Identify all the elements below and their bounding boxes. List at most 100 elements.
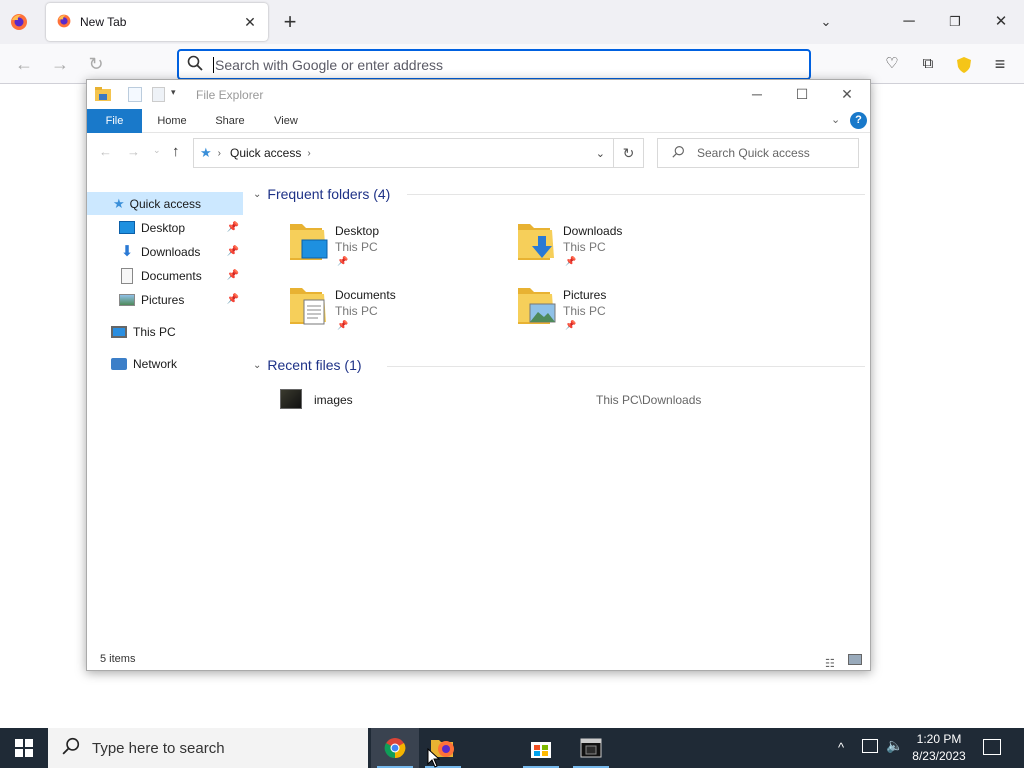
pin-icon: 📌 xyxy=(337,256,349,266)
tab-close-icon[interactable]: ✕ xyxy=(238,14,262,31)
folder-tile-documents[interactable]: Documents This PC 📌 xyxy=(288,282,488,338)
browser-tab-bar: New Tab ✕ + ⌄ ─ ❐ ✕ xyxy=(0,0,1024,44)
explorer-navigation-bar: ← → ⌄ ↑ ★ › Quick access › ⌄ ↻ Search Qu… xyxy=(87,135,870,171)
explorer-search-icon xyxy=(672,145,685,161)
help-icon[interactable]: ? xyxy=(850,112,867,129)
folder-tile-desktop[interactable]: Desktop This PC 📌 xyxy=(288,218,488,274)
new-folder-quick-icon[interactable] xyxy=(152,87,165,102)
reload-icon[interactable]: ↻ xyxy=(84,52,108,76)
volume-icon[interactable]: 🔈 xyxy=(886,737,903,754)
breadcrumb-quick-access[interactable]: Quick access xyxy=(230,146,301,160)
explorer-minimize-icon[interactable]: ─ xyxy=(734,80,780,109)
taskbar-search[interactable]: Type here to search xyxy=(48,728,368,768)
forward-icon[interactable]: → xyxy=(48,52,72,76)
explorer-close-icon[interactable]: ✕ xyxy=(824,80,870,109)
nav-item-documents[interactable]: Documents 📌 xyxy=(87,264,243,287)
pin-icon: 📌 xyxy=(226,270,239,281)
pocket-icon[interactable]: ♡ xyxy=(880,52,904,76)
network-icon xyxy=(111,357,127,370)
extensions-icon[interactable]: ⧉ xyxy=(916,52,940,76)
clock-date: 8/23/2023 xyxy=(912,749,966,763)
minimize-window-icon[interactable]: ─ xyxy=(889,10,929,34)
recent-locations-icon[interactable]: ⌄ xyxy=(153,145,161,156)
firefox-tab-icon xyxy=(56,13,72,32)
downloads-icon: ⬇ xyxy=(120,242,134,260)
start-button[interactable] xyxy=(0,728,48,768)
image-thumbnail xyxy=(280,389,302,409)
nav-item-this-pc[interactable]: This PC xyxy=(87,320,243,343)
nav-item-quick-access[interactable]: ★ Quick access xyxy=(87,192,243,215)
folder-name: Downloads xyxy=(563,224,623,238)
taskbar-terminal[interactable] xyxy=(567,728,615,768)
frequent-folders-header[interactable]: ⌄ Frequent folders (4) xyxy=(253,186,390,202)
folder-name: Pictures xyxy=(563,288,607,302)
pictures-icon xyxy=(119,293,135,306)
nav-item-desktop[interactable]: Desktop 📌 xyxy=(87,216,243,239)
explorer-forward-icon[interactable]: → xyxy=(127,144,140,159)
explorer-search-placeholder: Search Quick access xyxy=(697,146,810,160)
notifications-icon[interactable] xyxy=(983,739,1001,755)
section-divider xyxy=(387,366,865,367)
file-explorer-window: ▾ File Explorer ─ ☐ ✕ File Home Share Vi… xyxy=(86,79,871,671)
folder-tile-downloads[interactable]: Downloads This PC 📌 xyxy=(516,218,716,274)
up-folder-icon[interactable]: ↑ xyxy=(172,143,180,160)
navigation-pane: ★ Quick access Desktop 📌 ⬇ Downloads 📌 D… xyxy=(87,180,243,650)
folder-name: Documents xyxy=(335,288,396,302)
this-pc-icon xyxy=(111,325,127,338)
nav-label: Downloads xyxy=(141,244,201,259)
explorer-app-icon xyxy=(94,86,112,102)
nav-item-pictures[interactable]: Pictures 📌 xyxy=(87,288,243,311)
details-view-icon[interactable]: ☷ xyxy=(825,653,835,675)
show-hidden-icons-icon[interactable]: ^ xyxy=(838,740,844,755)
documents-folder-icon xyxy=(288,282,328,328)
recent-files-header[interactable]: ⌄ Recent files (1) xyxy=(253,357,362,373)
collapse-chevron-icon[interactable]: ⌄ xyxy=(253,360,261,371)
folder-name: Desktop xyxy=(335,224,380,238)
ribbon-tab-share[interactable]: Share xyxy=(205,109,255,133)
explorer-maximize-icon[interactable]: ☐ xyxy=(779,80,825,109)
taskbar-chrome[interactable] xyxy=(371,728,419,768)
taskbar-store[interactable] xyxy=(517,728,565,768)
expand-ribbon-icon[interactable]: ⌄ xyxy=(831,113,840,126)
nav-label: Desktop xyxy=(141,220,186,235)
nav-item-downloads[interactable]: ⬇ Downloads 📌 xyxy=(87,240,243,263)
collapse-chevron-icon[interactable]: ⌄ xyxy=(253,189,261,200)
refresh-icon[interactable]: ↻ xyxy=(614,138,644,168)
properties-quick-icon[interactable] xyxy=(128,87,142,102)
hamburger-menu-icon[interactable]: ≡ xyxy=(988,52,1012,76)
terminal-icon xyxy=(580,738,602,758)
status-bar: 5 items ☷ xyxy=(87,648,870,670)
browser-tab[interactable]: New Tab ✕ xyxy=(46,3,268,41)
downloads-folder-icon xyxy=(516,218,556,264)
store-icon xyxy=(531,742,551,758)
ribbon-tab-home[interactable]: Home xyxy=(147,109,197,133)
explorer-search-box[interactable]: Search Quick access xyxy=(657,138,859,168)
restore-window-icon[interactable]: ❐ xyxy=(935,10,975,34)
breadcrumb-chevron-icon[interactable]: › xyxy=(307,148,310,159)
taskbar-clock[interactable]: 1:20 PM 8/23/2023 xyxy=(912,731,966,765)
firefox-menu-icon[interactable] xyxy=(9,12,29,32)
quick-access-star-icon: ★ xyxy=(200,145,212,160)
recent-file-row[interactable]: images This PC\Downloads xyxy=(277,388,857,412)
pin-icon: 📌 xyxy=(565,320,577,330)
nav-label: This PC xyxy=(133,324,176,339)
shield-extension-icon[interactable] xyxy=(955,56,973,74)
large-icons-view-icon[interactable] xyxy=(848,654,862,665)
network-status-icon[interactable] xyxy=(862,739,878,753)
url-bar[interactable]: Search with Google or enter address xyxy=(177,49,811,80)
address-dropdown-icon[interactable]: ⌄ xyxy=(596,147,605,160)
back-icon[interactable]: ← xyxy=(12,52,36,76)
new-tab-icon[interactable]: + xyxy=(278,10,302,34)
taskbar-search-placeholder: Type here to search xyxy=(92,739,225,757)
nav-item-network[interactable]: Network xyxy=(87,352,243,375)
ribbon-tab-view[interactable]: View xyxy=(261,109,311,133)
list-all-tabs-icon[interactable]: ⌄ xyxy=(814,10,838,34)
ribbon-tab-file[interactable]: File xyxy=(87,109,142,133)
close-window-icon[interactable]: ✕ xyxy=(981,10,1021,34)
address-bar[interactable]: ★ › Quick access › ⌄ xyxy=(193,138,614,168)
window-title: File Explorer xyxy=(196,88,264,102)
explorer-back-icon[interactable]: ← xyxy=(99,144,112,159)
folder-tile-pictures[interactable]: Pictures This PC 📌 xyxy=(516,282,716,338)
url-placeholder[interactable]: Search with Google or enter address xyxy=(213,56,443,73)
quick-access-toolbar-dropdown-icon[interactable]: ▾ xyxy=(171,87,176,98)
